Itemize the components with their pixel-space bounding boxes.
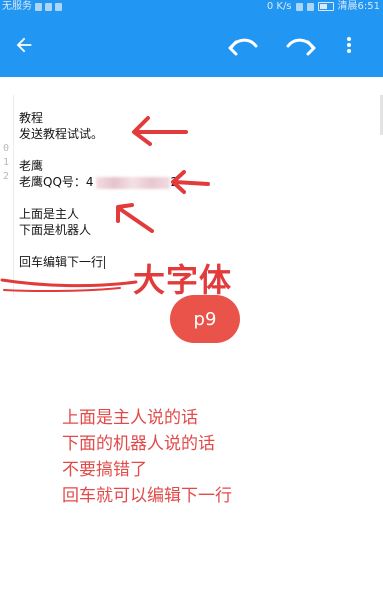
more-options-button[interactable] [337,13,361,77]
back-button[interactable] [4,13,44,77]
redacted-blur [95,176,170,189]
page-badge: p9 [170,295,240,343]
text-editor[interactable] [0,77,383,609]
editor-line[interactable]: 教程 [19,109,43,126]
sim-icon [35,2,42,11]
note-line: 上面是主人说的话 [62,408,198,428]
line-number: 0 [2,143,10,154]
battery-icon [317,2,334,11]
editor-line-active[interactable]: 回车编辑下一行 [19,253,106,270]
editor-line[interactable]: 老鹰QQ号：4 2 [19,173,178,190]
editor-line[interactable]: 老鹰 [19,157,43,174]
line-number-gutter: 0 1 2 [0,142,12,184]
active-line-text: 回车编辑下一行 [19,255,104,269]
text-caret [104,256,106,269]
redo-button[interactable] [281,13,321,77]
annotation-arrow [171,170,210,194]
editor-line[interactable]: 下面是机器人 [19,221,91,238]
mail-icon [55,2,62,11]
gutter-divider [13,95,14,295]
status-bar: 无服务 0 K/s 清晨6:51 [0,0,383,13]
undo-button[interactable] [223,13,263,77]
arrow-left-icon [16,37,32,53]
note-line: 下面的机器人说的话 [62,434,215,454]
wifi-icon [306,2,314,11]
editor-line[interactable]: 上面是主人 [19,205,79,222]
toolbar [0,13,383,77]
line-number: 2 [2,171,10,182]
note-line: 不要搞错了 [62,460,147,480]
line-number: 1 [2,157,10,168]
carrier-text: 无服务 [2,1,32,12]
network-speed: 0 K/s [266,1,292,12]
more-vert-icon [347,37,351,53]
editor-line[interactable]: 发送教程试试。 [19,125,103,142]
undo-icon [228,38,258,56]
qq-prefix: 老鹰QQ号：4 [19,175,94,189]
annotation-underline [0,278,138,293]
lock-icon [45,2,52,11]
vibrate-icon [295,2,303,11]
annotation-arrow [132,116,188,146]
clock: 清晨6:51 [337,1,380,12]
annotation-note: 上面是主人说的话 下面的机器人说的话 不要搞错了 回车就可以编辑下一行 [62,405,232,509]
annotation-arrow [116,203,154,233]
redo-icon [286,38,316,56]
note-line: 回车就可以编辑下一行 [62,486,232,506]
